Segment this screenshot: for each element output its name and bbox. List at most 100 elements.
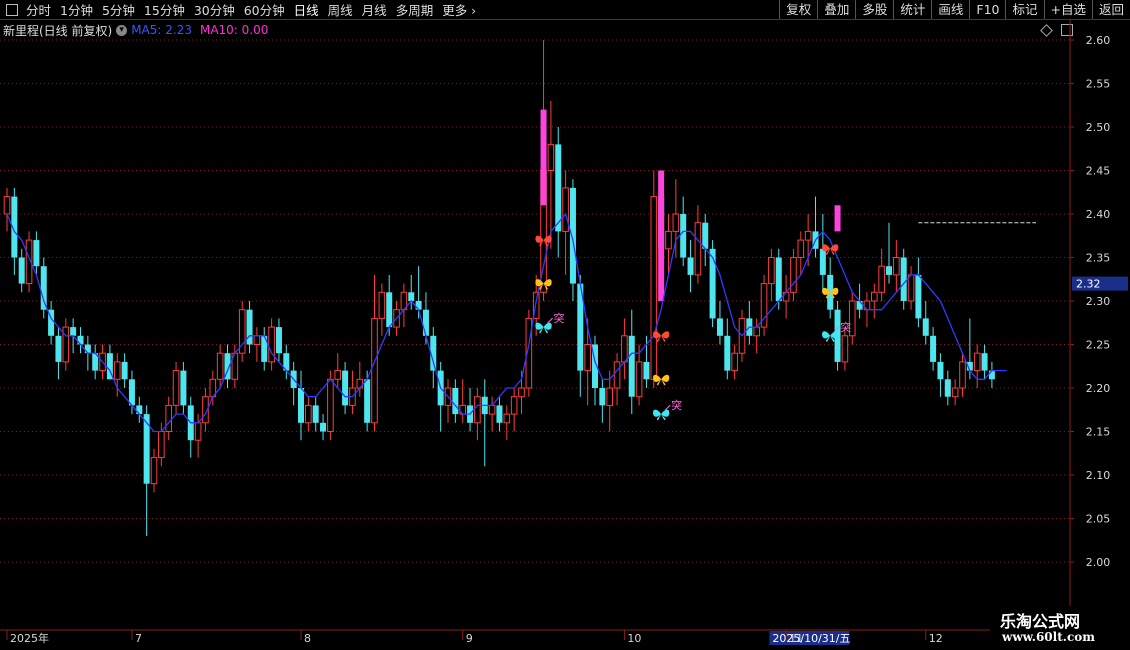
candle-body (775, 257, 782, 301)
candle-body (878, 265, 885, 293)
candle-body (922, 318, 929, 336)
candle-body (216, 352, 224, 380)
candle-body (915, 274, 922, 319)
candle-body (356, 378, 364, 389)
candle-body (70, 327, 77, 336)
breakout-label: 突 (840, 320, 851, 334)
x-tick-label: 10 (627, 632, 641, 645)
breakout-label: 突 (554, 311, 565, 325)
candle-body (55, 335, 62, 362)
candle-body (77, 335, 84, 345)
butterfly-signal-icon (653, 374, 670, 386)
candle-body (40, 266, 47, 310)
candle-body (731, 352, 738, 372)
candle-body (320, 422, 327, 432)
candle-body (702, 222, 709, 249)
y-tick-label: 2.45 (1086, 165, 1111, 178)
candle-body (613, 361, 621, 389)
candle-body (665, 230, 672, 250)
y-tick-label: 2.50 (1086, 121, 1111, 134)
signal-bar (540, 109, 547, 206)
y-tick-label: 2.00 (1086, 556, 1111, 569)
breakout-pointer (547, 317, 553, 324)
candle-body (33, 240, 40, 267)
candle-body (128, 379, 135, 406)
x-tick-label: 11 (789, 632, 803, 645)
candle-body (158, 431, 165, 459)
candle-body (62, 326, 70, 363)
candle-body (364, 379, 371, 423)
candle-body (893, 257, 900, 276)
candle-body (886, 266, 892, 275)
candle-body (643, 361, 650, 380)
candle-body (797, 239, 805, 259)
current-price-label: 2.32 (1076, 278, 1101, 291)
candle-body (687, 257, 694, 275)
y-tick-label: 2.55 (1086, 78, 1111, 91)
candle-body (327, 378, 334, 432)
candle-body (716, 318, 723, 336)
candle-body (790, 257, 797, 293)
x-tick-label: 9 (466, 632, 473, 645)
candle-body (452, 388, 459, 415)
candle-body (121, 361, 128, 380)
x-tick-label: 2025年 (10, 631, 49, 645)
y-tick-label: 2.10 (1086, 469, 1111, 482)
candle-body (510, 396, 518, 415)
candle-body (298, 388, 304, 423)
candle-body (547, 143, 555, 171)
candle-body (709, 248, 716, 319)
watermark-title: 乐淘公式网 (1000, 612, 1081, 631)
candle-body (275, 327, 282, 354)
candle-body (621, 335, 628, 363)
signal-bar (658, 170, 665, 301)
candle-body (672, 213, 680, 232)
candle-body (628, 335, 635, 397)
candlestick-chart[interactable]: 2.60 2.55 2.50 2.45 2.40 2.35 2.30 2.25 2.20 2.15… (0, 0, 1130, 650)
candle-body (246, 309, 253, 345)
candle-body (819, 248, 826, 275)
candle-body (113, 361, 121, 380)
candle-body (253, 335, 261, 345)
candle-body (555, 144, 562, 232)
candle-body (422, 309, 429, 336)
candle-body (694, 222, 702, 276)
candle-body (305, 404, 312, 424)
candle-body (841, 335, 849, 363)
y-tick-label: 2.60 (1086, 34, 1111, 47)
butterfly-signal-icon (535, 322, 552, 334)
candle-body (268, 326, 275, 363)
breakout-pointer (664, 404, 671, 411)
candle-body (342, 370, 349, 406)
candle-body (650, 196, 658, 380)
candle-body (488, 404, 496, 415)
y-tick-label: 2.25 (1086, 339, 1111, 352)
candle-body (973, 352, 981, 372)
candle-body (907, 274, 915, 302)
candle-body (503, 413, 511, 424)
watermark-url: www.60lt.com (1002, 630, 1095, 644)
candle-body (378, 291, 386, 319)
ma5-line (6, 212, 1007, 433)
candle-body (415, 301, 422, 310)
y-tick-label: 2.30 (1086, 295, 1111, 308)
candle-body (150, 457, 158, 485)
candle-body (312, 405, 319, 423)
candle-body (804, 230, 812, 241)
candle-body (165, 404, 172, 432)
x-tick-label: 7 (135, 632, 142, 645)
candle-body (680, 214, 687, 258)
candle-body (334, 370, 342, 380)
candle-body (194, 422, 202, 441)
y-tick-label: 2.35 (1086, 252, 1111, 265)
candle-body (900, 257, 907, 301)
candle-body (606, 387, 614, 406)
y-tick-label: 2.40 (1086, 208, 1111, 221)
candle-body (782, 291, 790, 302)
y-tick-label: 2.15 (1086, 426, 1111, 439)
breakout-label: 突 (671, 398, 682, 412)
candle-body (18, 257, 25, 284)
candle-body (3, 196, 11, 215)
x-tick-label: 2025/10/31/五 (772, 632, 850, 645)
x-tick-label: 12 (929, 632, 943, 645)
